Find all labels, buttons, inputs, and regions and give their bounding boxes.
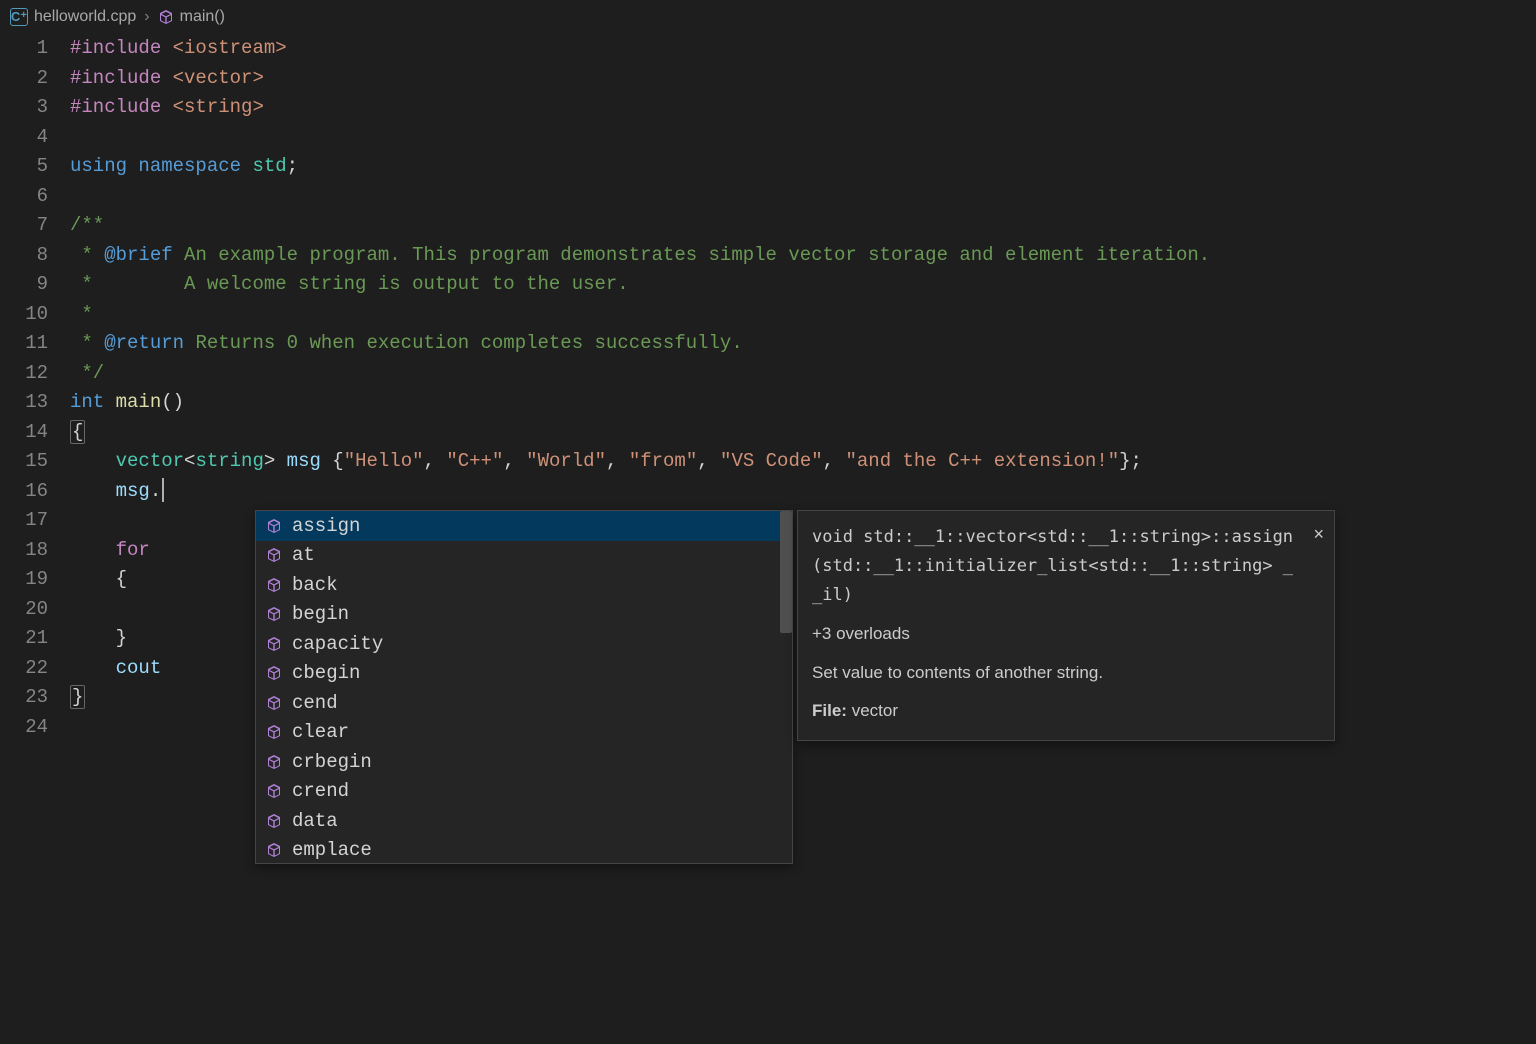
method-icon bbox=[266, 724, 282, 740]
intellisense-suggest-widget[interactable]: assign at back begin capacity cbegin cend clear… bbox=[255, 510, 793, 864]
method-icon bbox=[266, 842, 282, 858]
suggest-item-assign[interactable]: assign bbox=[256, 511, 792, 541]
suggest-item-emplace[interactable]: emplace bbox=[256, 836, 792, 864]
code-line[interactable] bbox=[70, 123, 1536, 153]
line-number: 21 bbox=[0, 624, 48, 654]
close-icon[interactable]: × bbox=[1313, 519, 1324, 550]
code-line[interactable]: msg. bbox=[70, 477, 1536, 507]
code-line[interactable]: #include <iostream> bbox=[70, 34, 1536, 64]
suggest-item-label: emplace bbox=[292, 839, 372, 861]
suggest-item-label: at bbox=[292, 544, 315, 566]
scrollbar-thumb[interactable] bbox=[780, 511, 792, 633]
line-number: 6 bbox=[0, 182, 48, 212]
method-icon bbox=[266, 754, 282, 770]
code-line[interactable]: #include <vector> bbox=[70, 64, 1536, 94]
suggest-item-label: assign bbox=[292, 515, 360, 537]
breadcrumb-symbol-label: main() bbox=[180, 8, 225, 26]
code-line[interactable]: */ bbox=[70, 359, 1536, 389]
line-number: 5 bbox=[0, 152, 48, 182]
line-number: 9 bbox=[0, 270, 48, 300]
method-icon bbox=[266, 695, 282, 711]
line-number: 24 bbox=[0, 713, 48, 743]
code-area[interactable]: #include <iostream>#include <vector>#inc… bbox=[70, 34, 1536, 1044]
code-line[interactable]: { bbox=[70, 418, 1536, 448]
code-line[interactable]: /** bbox=[70, 211, 1536, 241]
line-number: 15 bbox=[0, 447, 48, 477]
method-icon bbox=[266, 547, 282, 563]
suggest-item-cbegin[interactable]: cbegin bbox=[256, 659, 792, 689]
code-line[interactable]: using namespace std; bbox=[70, 152, 1536, 182]
breadcrumb-file-label: helloworld.cpp bbox=[34, 8, 136, 26]
line-number: 18 bbox=[0, 536, 48, 566]
code-line[interactable]: * bbox=[70, 300, 1536, 330]
method-icon bbox=[266, 813, 282, 829]
suggest-item-begin[interactable]: begin bbox=[256, 600, 792, 630]
line-number: 4 bbox=[0, 123, 48, 153]
method-icon bbox=[266, 636, 282, 652]
suggest-item-clear[interactable]: clear bbox=[256, 718, 792, 748]
breadcrumb: C⁺ helloworld.cpp › main() bbox=[0, 0, 1536, 34]
suggest-item-data[interactable]: data bbox=[256, 806, 792, 836]
line-number: 10 bbox=[0, 300, 48, 330]
code-line[interactable]: * @return Returns 0 when execution compl… bbox=[70, 329, 1536, 359]
suggest-item-label: crbegin bbox=[292, 751, 372, 773]
suggest-item-label: data bbox=[292, 810, 338, 832]
suggest-item-label: crend bbox=[292, 780, 349, 802]
code-line[interactable] bbox=[70, 182, 1536, 212]
suggest-item-crbegin[interactable]: crbegin bbox=[256, 747, 792, 777]
suggest-item-back[interactable]: back bbox=[256, 570, 792, 600]
line-number: 22 bbox=[0, 654, 48, 684]
method-icon bbox=[266, 577, 282, 593]
suggest-item-at[interactable]: at bbox=[256, 541, 792, 571]
line-number: 19 bbox=[0, 565, 48, 595]
line-number: 3 bbox=[0, 93, 48, 123]
method-icon bbox=[266, 665, 282, 681]
line-number: 1 bbox=[0, 34, 48, 64]
doc-signature: void std::__1::vector<std::__1::string>:… bbox=[812, 523, 1296, 610]
code-line[interactable]: * A welcome string is output to the user… bbox=[70, 270, 1536, 300]
suggest-item-cend[interactable]: cend bbox=[256, 688, 792, 718]
code-line[interactable]: vector<string> msg {"Hello", "C++", "Wor… bbox=[70, 447, 1536, 477]
cpp-file-icon: C⁺ bbox=[10, 8, 28, 26]
code-line[interactable]: #include <string> bbox=[70, 93, 1536, 123]
suggest-item-label: clear bbox=[292, 721, 349, 743]
method-icon bbox=[158, 9, 174, 25]
suggest-item-label: cbegin bbox=[292, 662, 360, 684]
chevron-right-icon: › bbox=[144, 8, 149, 26]
line-number: 7 bbox=[0, 211, 48, 241]
method-icon bbox=[266, 783, 282, 799]
line-number: 23 bbox=[0, 683, 48, 713]
doc-overloads: +3 overloads bbox=[812, 620, 1296, 649]
suggest-item-crend[interactable]: crend bbox=[256, 777, 792, 807]
method-icon bbox=[266, 518, 282, 534]
suggest-item-label: cend bbox=[292, 692, 338, 714]
line-number: 17 bbox=[0, 506, 48, 536]
breadcrumb-file[interactable]: C⁺ helloworld.cpp bbox=[10, 8, 136, 26]
line-number: 8 bbox=[0, 241, 48, 271]
method-icon bbox=[266, 606, 282, 622]
line-number: 13 bbox=[0, 388, 48, 418]
code-line[interactable]: * @brief An example program. This progra… bbox=[70, 241, 1536, 271]
suggest-item-label: capacity bbox=[292, 633, 383, 655]
suggest-item-capacity[interactable]: capacity bbox=[256, 629, 792, 659]
code-editor[interactable]: 123456789101112131415161718192021222324 … bbox=[0, 34, 1536, 1044]
line-number: 11 bbox=[0, 329, 48, 359]
line-number: 14 bbox=[0, 418, 48, 448]
suggest-item-label: back bbox=[292, 574, 338, 596]
line-number: 2 bbox=[0, 64, 48, 94]
doc-summary: Set value to contents of another string. bbox=[812, 659, 1296, 688]
line-number-gutter: 123456789101112131415161718192021222324 bbox=[0, 34, 70, 1044]
suggest-item-label: begin bbox=[292, 603, 349, 625]
line-number: 12 bbox=[0, 359, 48, 389]
doc-file: File: vector bbox=[812, 697, 1296, 726]
intellisense-doc-widget: × void std::__1::vector<std::__1::string… bbox=[797, 510, 1335, 741]
line-number: 16 bbox=[0, 477, 48, 507]
code-line[interactable]: int main() bbox=[70, 388, 1536, 418]
breadcrumb-symbol[interactable]: main() bbox=[158, 8, 225, 26]
line-number: 20 bbox=[0, 595, 48, 625]
